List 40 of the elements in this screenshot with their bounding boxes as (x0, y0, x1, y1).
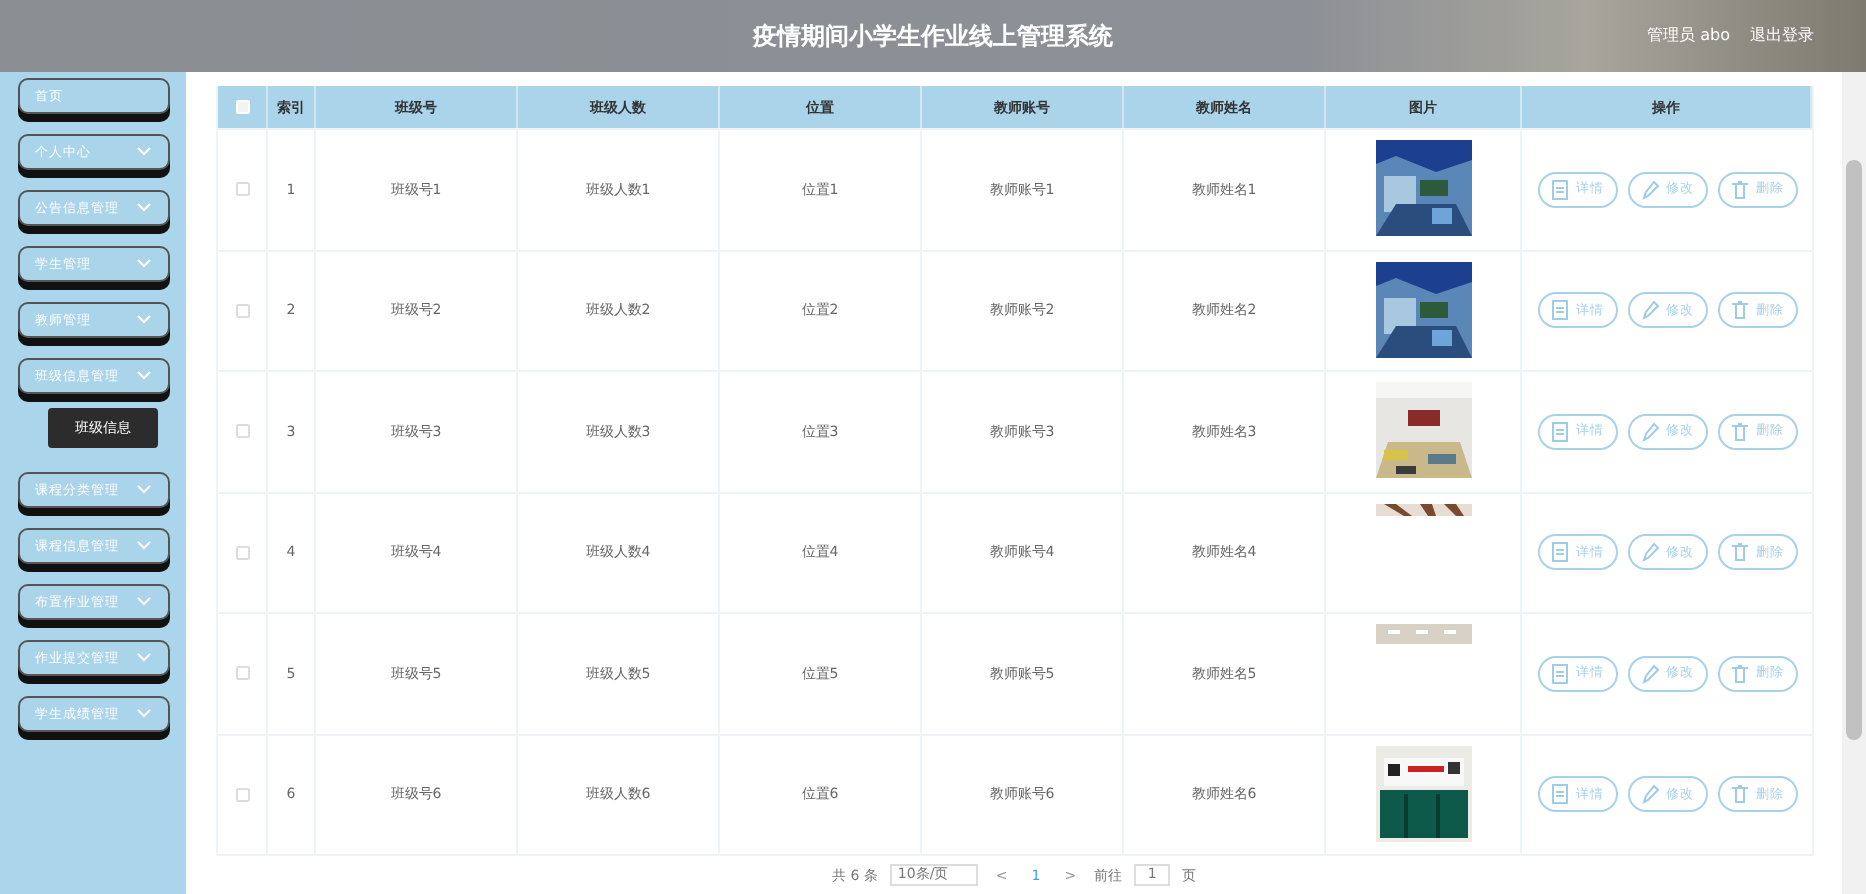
row-checkbox[interactable] (235, 666, 249, 681)
row-checkbox[interactable] (235, 424, 249, 439)
chevron-icon (135, 540, 151, 552)
chevron-icon (135, 484, 151, 496)
logout-link[interactable]: 退出登录 (1750, 24, 1814, 46)
row-checkbox[interactable] (235, 545, 249, 560)
pencil-icon (1640, 542, 1660, 563)
scroll-thumb[interactable] (1846, 160, 1862, 740)
user-label: 管理员 abo (1647, 24, 1730, 46)
trash-icon (1730, 300, 1750, 321)
trash-icon (1730, 542, 1750, 563)
document-icon (1550, 300, 1570, 321)
chevron-icon (135, 596, 151, 608)
chevron-icon (135, 370, 151, 382)
chevron-icon (135, 314, 151, 326)
select-all-checkbox[interactable] (235, 100, 249, 114)
pencil-icon (1640, 179, 1660, 200)
scrollbar[interactable] (1842, 72, 1866, 894)
chevron-icon (135, 258, 151, 270)
chevron-icon (135, 202, 151, 214)
document-icon (1550, 542, 1570, 563)
pencil-icon (1640, 784, 1660, 805)
trash-icon (1730, 421, 1750, 442)
row-checkbox[interactable] (235, 787, 249, 802)
document-icon (1550, 663, 1570, 684)
chevron-icon (135, 652, 151, 664)
chevron-icon (135, 708, 151, 720)
row-checkbox[interactable] (235, 182, 249, 197)
chevron-icon (135, 146, 151, 158)
trash-icon (1730, 663, 1750, 684)
app-title: 疫情期间小学生作业线上管理系统 (753, 19, 1113, 53)
pencil-icon (1640, 663, 1660, 684)
trash-icon (1730, 784, 1750, 805)
pencil-icon (1640, 421, 1660, 442)
row-checkbox[interactable] (235, 303, 249, 318)
trash-icon (1730, 179, 1750, 200)
pencil-icon (1640, 300, 1660, 321)
document-icon (1550, 784, 1570, 805)
document-icon (1550, 421, 1570, 442)
document-icon (1550, 179, 1570, 200)
